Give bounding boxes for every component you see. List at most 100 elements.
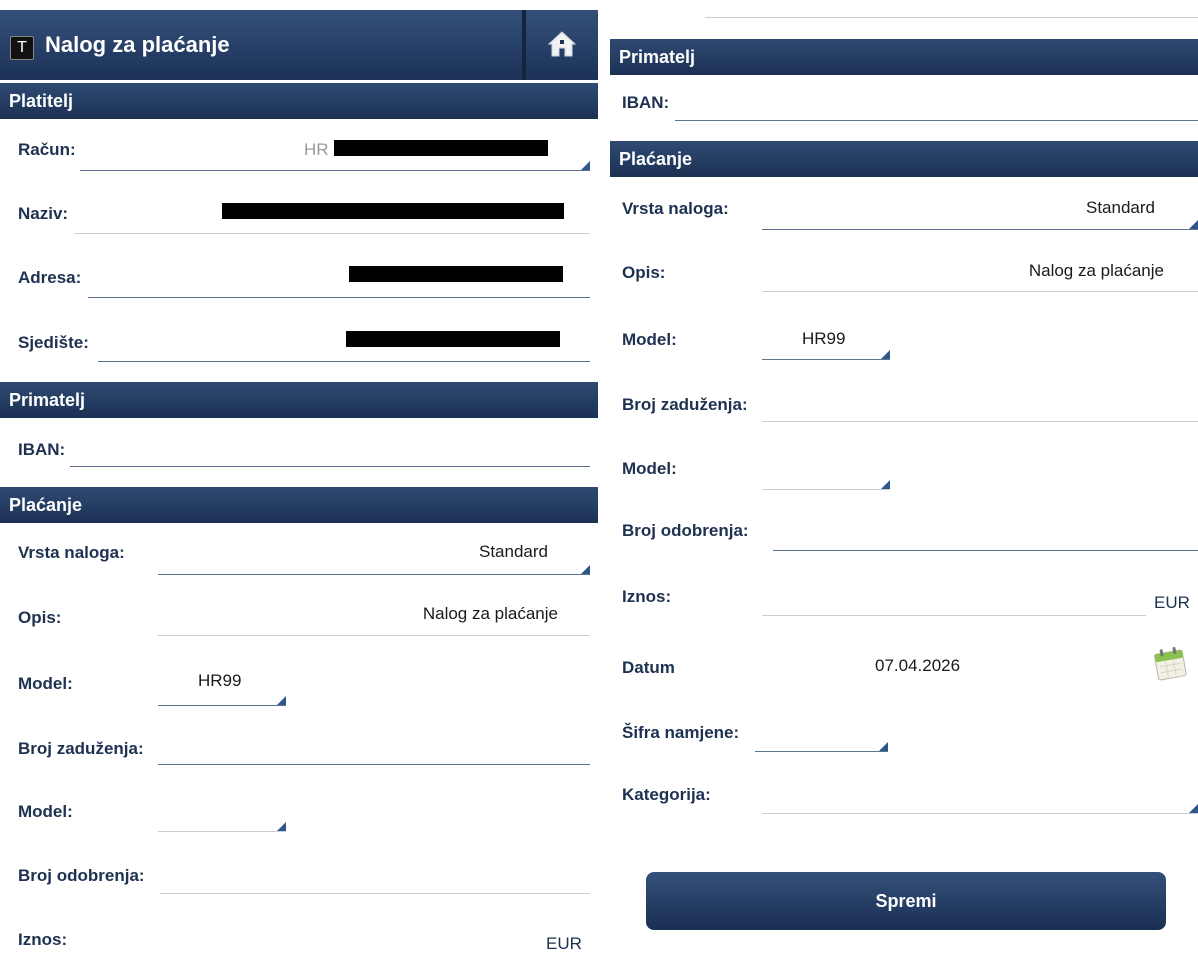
adresa-underline: [88, 297, 590, 298]
model-underline: [158, 705, 286, 706]
redacted-account: [334, 140, 548, 156]
vrsta-naloga-value: Standard: [479, 542, 548, 561]
iznos-label-2: Iznos:: [622, 587, 672, 606]
iznos-currency: EUR: [546, 934, 582, 953]
save-button[interactable]: Spremi: [646, 872, 1166, 930]
model-dropdown-2[interactable]: HR99: [762, 318, 890, 360]
broj-zaduzenja-underline: [158, 764, 590, 765]
naziv-underline: [74, 233, 590, 234]
broj-odobrenja-label-2: Broj odobrenja:: [622, 521, 749, 540]
dropdown-marker-icon: [277, 822, 286, 831]
section-placanje: Plaćanje: [0, 487, 598, 523]
racun-underline: [80, 170, 590, 171]
app-header: T Nalog za plaćanje: [0, 10, 598, 80]
dropdown-marker-icon: [881, 350, 890, 359]
model2-underline: [158, 831, 286, 832]
vrsta-naloga-dropdown-2[interactable]: Standard: [762, 186, 1198, 230]
vrsta-naloga-underline: [158, 574, 590, 575]
model2-underline-2: [762, 489, 890, 490]
home-icon: [547, 31, 577, 57]
iban-label: IBAN:: [18, 440, 66, 459]
iban-input-2[interactable]: [675, 86, 1198, 122]
broj-odobrenja-underline-2: [773, 550, 1198, 551]
dropdown-marker-icon: [277, 696, 286, 705]
kategorija-label: Kategorija:: [622, 785, 711, 804]
dropdown-marker-icon: [1189, 220, 1198, 229]
opis-label-2: Opis:: [622, 263, 666, 282]
model2-label: Model:: [18, 802, 73, 821]
broj-zaduzenja-label-2: Broj zaduženja:: [622, 395, 748, 414]
scroll-top-line: [705, 17, 1198, 18]
kategorija-dropdown[interactable]: [762, 772, 1198, 814]
calendar-button[interactable]: [1150, 643, 1190, 683]
iznos-input[interactable]: [762, 576, 1146, 616]
opis-value-2: Nalog za plaćanje: [1028, 261, 1164, 280]
model2-dropdown-2[interactable]: [762, 448, 890, 490]
broj-odobrenja-label: Broj odobrenja:: [18, 866, 145, 885]
racun-dropdown[interactable]: HR: [80, 125, 590, 171]
iban-input[interactable]: [70, 432, 590, 468]
sifra-namjene-label: Šifra namjene:: [622, 723, 740, 742]
broj-zaduzenja-underline-2: [762, 421, 1198, 422]
broj-odobrenja-underline: [160, 893, 590, 894]
iznos-currency-2: EUR: [1154, 593, 1190, 612]
form-panel-top: T Nalog za plaćanje Platitelj Račun: HR …: [0, 0, 598, 953]
page-title: Nalog za plaćanje: [45, 32, 230, 57]
opis-underline: [158, 635, 590, 636]
iban-label-2: IBAN:: [622, 93, 670, 112]
vrsta-naloga-label: Vrsta naloga:: [18, 543, 125, 562]
sifra-namjene-dropdown[interactable]: [755, 710, 888, 752]
section-platitelj: Platitelj: [0, 83, 598, 119]
redacted-sjediste: [346, 331, 560, 347]
model-label-2: Model:: [622, 330, 677, 349]
opis-underline-2: [762, 291, 1198, 292]
iban-underline: [70, 466, 590, 467]
model2-label-2: Model:: [622, 459, 677, 478]
app-logo: T: [10, 36, 34, 60]
opis-input-2[interactable]: Nalog za plaćanje: [762, 252, 1198, 292]
vrsta-naloga-dropdown[interactable]: Standard: [158, 530, 590, 576]
datum-value[interactable]: 07.04.2026: [875, 656, 960, 676]
vrsta-naloga-label-2: Vrsta naloga:: [622, 199, 729, 218]
model-label: Model:: [18, 674, 73, 693]
kategorija-underline: [762, 813, 1198, 814]
opis-value: Nalog za plaćanje: [422, 604, 558, 623]
broj-odobrenja-input-2[interactable]: [773, 512, 1198, 552]
iban-underline-2: [675, 120, 1198, 121]
form-panel-bottom: Primatelj IBAN: Plaćanje Vrsta naloga: S…: [605, 0, 1198, 953]
model-dropdown[interactable]: HR99: [158, 660, 286, 706]
model-value-2: HR99: [802, 329, 846, 348]
model-underline-2: [762, 359, 890, 360]
dropdown-marker-icon: [879, 742, 888, 751]
dropdown-marker-icon: [1189, 804, 1198, 813]
model-value: HR99: [198, 671, 242, 690]
dropdown-marker-icon: [581, 161, 590, 170]
redacted-naziv: [222, 203, 564, 219]
opis-label: Opis:: [18, 608, 62, 627]
section-primatelj: Primatelj: [0, 382, 598, 418]
calendar-icon: [1154, 646, 1187, 681]
racun-prefix: HR: [304, 140, 329, 159]
naziv-label: Naziv:: [18, 204, 69, 223]
opis-input[interactable]: Nalog za plaćanje: [158, 596, 590, 636]
home-button[interactable]: [527, 10, 598, 80]
model2-dropdown[interactable]: [158, 790, 286, 832]
dropdown-marker-icon: [581, 565, 590, 574]
sjediste-underline: [98, 361, 590, 362]
sifra-namjene-underline: [755, 751, 888, 752]
panel-divider: [598, 0, 605, 953]
iznos-label: Iznos:: [18, 930, 68, 949]
redacted-adresa: [349, 266, 563, 282]
sjediste-label: Sjedište:: [18, 333, 89, 352]
section-primatelj-2: Primatelj: [610, 39, 1198, 75]
racun-label: Račun:: [18, 140, 76, 159]
broj-zaduzenja-label: Broj zaduženja:: [18, 739, 144, 758]
dropdown-marker-icon: [881, 480, 890, 489]
iznos-underline: [762, 615, 1146, 616]
datum-label: Datum: [622, 658, 675, 677]
broj-odobrenja-input[interactable]: [160, 854, 590, 894]
broj-zaduzenja-input[interactable]: [158, 726, 590, 766]
adresa-label: Adresa:: [18, 268, 82, 287]
section-placanje-2: Plaćanje: [610, 141, 1198, 177]
broj-zaduzenja-input-2[interactable]: [762, 384, 1198, 424]
